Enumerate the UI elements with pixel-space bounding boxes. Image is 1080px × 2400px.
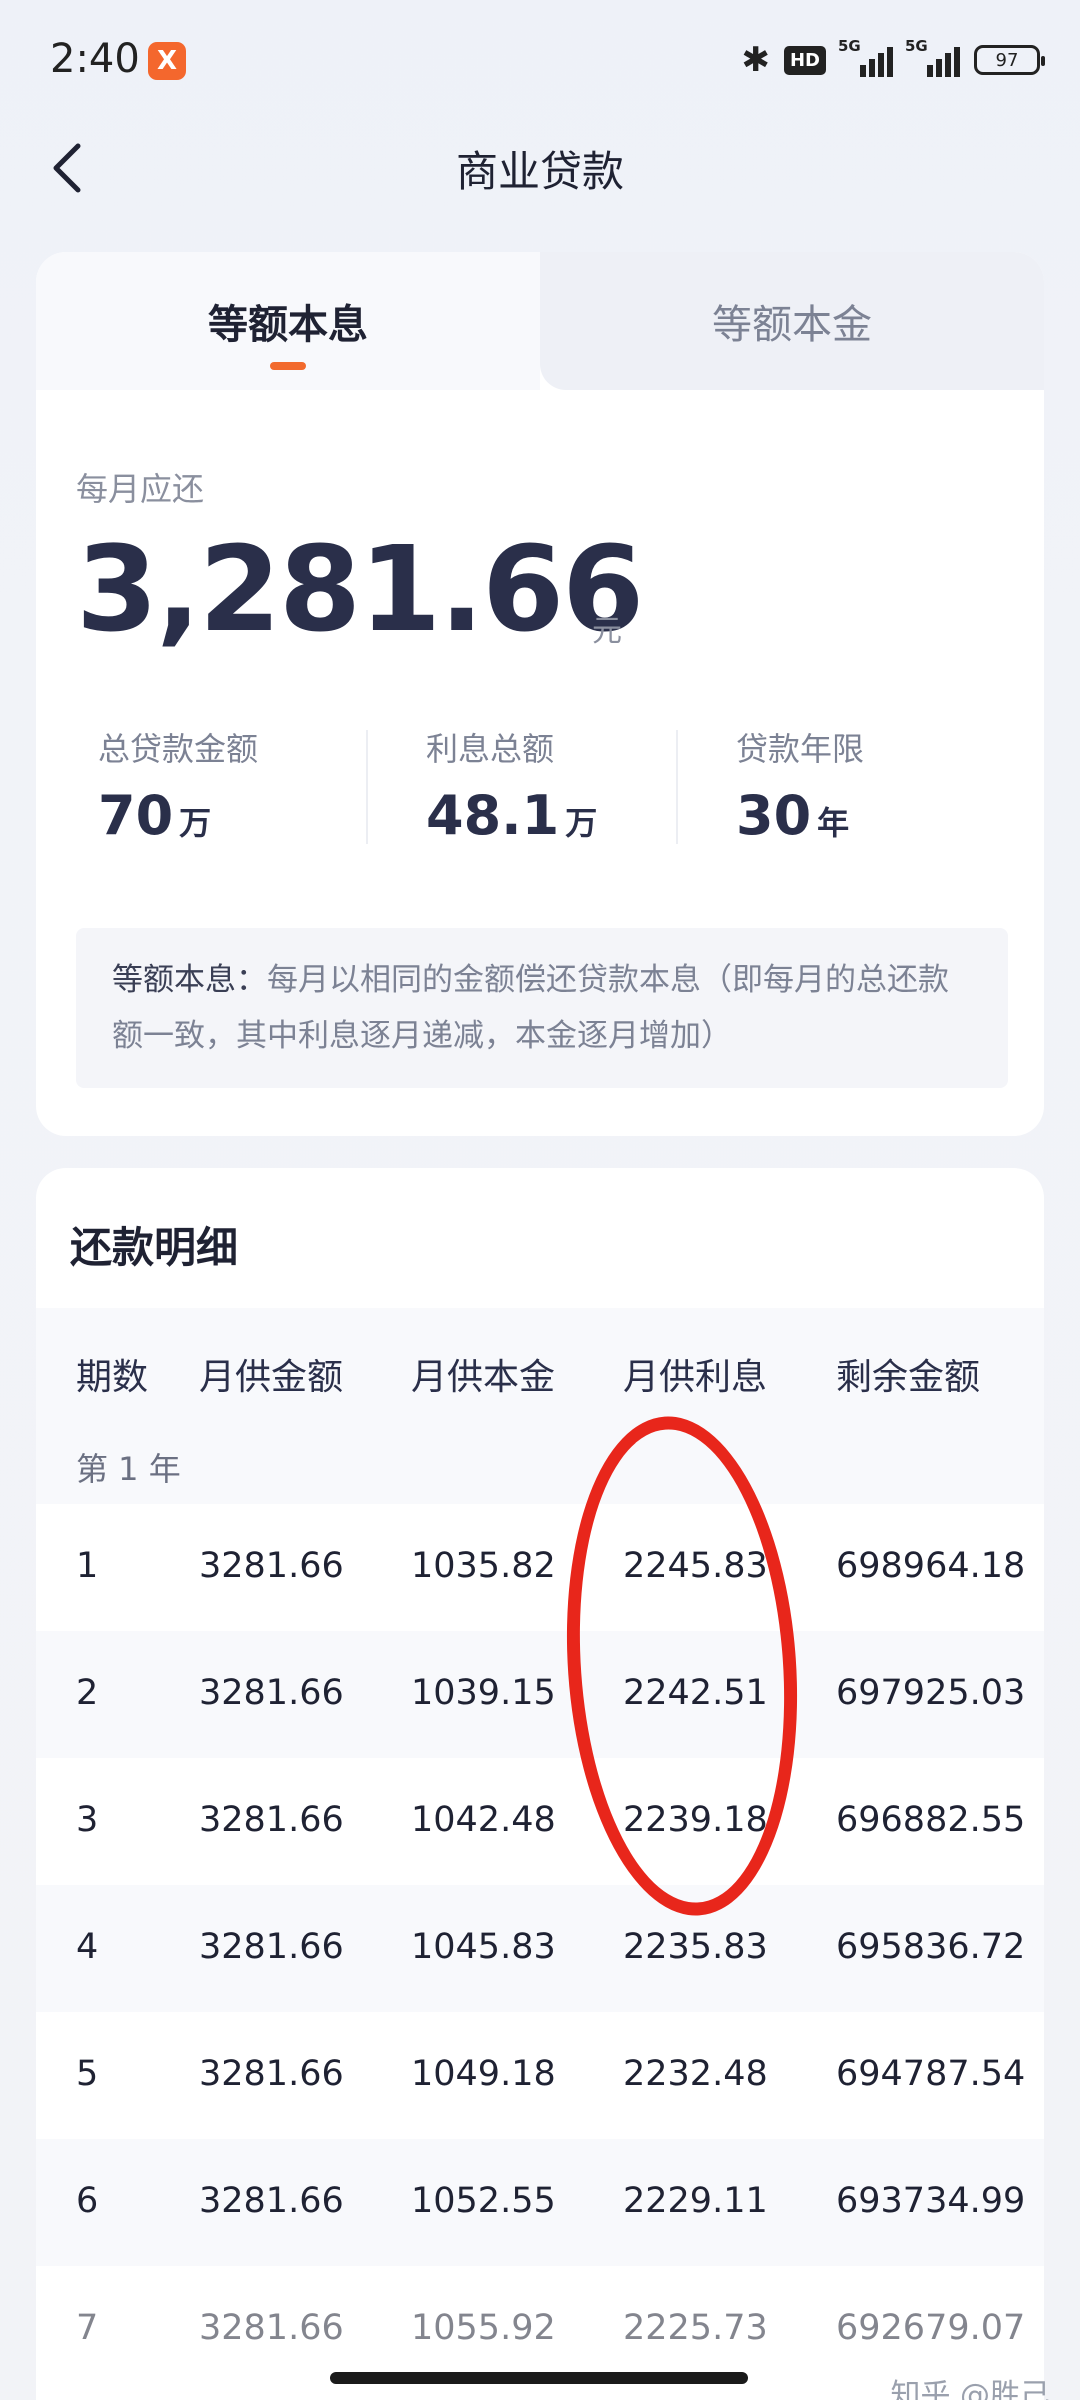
detail-title: 还款明细 (70, 1223, 239, 1272)
description-key: 等额本息： (112, 962, 267, 998)
table-header: 期数 月供金额 月供本金 月供利息 剩余金额 (36, 1308, 1044, 1434)
year-label: 第 1 年 (76, 1450, 181, 1488)
monthly-payment-label: 每月应还 (76, 470, 205, 508)
cell-payment: 3281.66 (199, 2308, 344, 2348)
cell-remaining: 695836.72 (836, 1927, 1026, 1967)
stat-label: 总贷款金额 (98, 730, 259, 768)
table-row: 2 3281.66 1039.15 2242.51 697925.03 (36, 1631, 1044, 1758)
cell-remaining: 692679.07 (836, 2308, 1026, 2348)
stat-loan-term: 贷款年限 30 年 (736, 724, 864, 847)
tab-bar: 等额本息 等额本金 (36, 252, 1044, 390)
stat-number: 70 (98, 784, 174, 847)
battery-level: 97 (995, 49, 1019, 71)
repayment-detail-card: 还款明细 期数 月供金额 月供本金 月供利息 剩余金额 第 1 年 1 3281… (36, 1168, 1044, 2400)
stat-label: 贷款年限 (736, 730, 865, 768)
tab-equal-principal[interactable]: 等额本金 (540, 252, 1044, 390)
cell-interest: 2242.51 (623, 1673, 768, 1713)
cell-interest: 2229.11 (623, 2181, 768, 2221)
tab-label: 等额本息 (208, 302, 368, 348)
cell-interest: 2239.18 (623, 1800, 768, 1840)
cell-principal: 1035.82 (411, 1546, 556, 1586)
cell-payment: 3281.66 (199, 1800, 344, 1840)
cell-remaining: 693734.99 (836, 2181, 1026, 2221)
status-time: 2:40 (50, 36, 140, 82)
stat-value: 48.1 万 (426, 784, 597, 847)
stat-divider (676, 730, 678, 844)
cell-remaining: 694787.54 (836, 2054, 1026, 2094)
loan-stats: 总贷款金额 70 万 利息总额 48.1 万 贷款年限 30 年 (36, 724, 1044, 854)
battery-icon: 97 (974, 45, 1045, 75)
stat-value: 70 万 (98, 784, 258, 847)
watermark: 知乎 @胜己 (890, 2378, 1050, 2400)
cell-principal: 1055.92 (411, 2308, 556, 2348)
stat-total-interest: 利息总额 48.1 万 (426, 724, 597, 847)
cell-payment: 3281.66 (199, 2054, 344, 2094)
cell-period: 6 (76, 2181, 99, 2221)
app-notification-icon: X (148, 42, 186, 80)
stat-unit: 万 (565, 804, 598, 842)
cell-principal: 1039.15 (411, 1673, 556, 1713)
status-bar: 2:40 X ✱ HD 5G 5G 97 (0, 0, 1080, 120)
method-description: 等额本息：每月以相同的金额偿还贷款本息（即每月的总还款额一致，其中利息逐月递减，… (76, 928, 1008, 1088)
stat-number: 30 (736, 784, 812, 847)
header: 商业贷款 (0, 120, 1080, 220)
repayment-table[interactable]: 期数 月供金额 月供本金 月供利息 剩余金额 第 1 年 1 3281.66 1… (36, 1308, 1044, 2393)
table-row: 6 3281.66 1052.55 2229.11 693734.99 (36, 2139, 1044, 2266)
cell-period: 4 (76, 1927, 99, 1967)
monthly-payment-unit: 元 (592, 614, 622, 649)
cell-payment: 3281.66 (199, 1927, 344, 1967)
cell-payment: 3281.66 (199, 1546, 344, 1586)
hd-voice-icon: HD (783, 45, 826, 75)
signal-5g-icon: 5G (838, 37, 893, 77)
cell-principal: 1045.83 (411, 1927, 556, 1967)
status-icons: ✱ HD 5G 5G 97 (741, 37, 1045, 80)
cell-payment: 3281.66 (199, 2181, 344, 2221)
cell-remaining: 697925.03 (836, 1673, 1026, 1713)
stat-value: 30 年 (736, 784, 864, 847)
table-row: 1 3281.66 1035.82 2245.83 698964.18 (36, 1504, 1044, 1631)
cell-period: 3 (76, 1800, 99, 1840)
stat-unit: 万 (179, 804, 212, 842)
cell-remaining: 696882.55 (836, 1800, 1026, 1840)
cell-interest: 2225.73 (623, 2308, 768, 2348)
column-header-payment: 月供金额 (199, 1357, 344, 1398)
stat-unit: 年 (817, 804, 850, 842)
column-header-interest: 月供利息 (623, 1357, 768, 1398)
cell-principal: 1049.18 (411, 2054, 556, 2094)
cell-interest: 2232.48 (623, 2054, 768, 2094)
tab-active-indicator (270, 362, 306, 370)
summary-card: 等额本息 等额本金 每月应还 3,281.66 元 总贷款金额 70 万 利息总额… (36, 252, 1044, 1136)
cell-remaining: 698964.18 (836, 1546, 1026, 1586)
cell-interest: 2235.83 (623, 1927, 768, 1967)
signal-label-2: 5G (905, 37, 928, 55)
home-indicator[interactable] (330, 2372, 748, 2384)
table-row: 5 3281.66 1049.18 2232.48 694787.54 (36, 2012, 1044, 2139)
stat-label: 利息总额 (426, 730, 555, 768)
table-row: 3 3281.66 1042.48 2239.18 696882.55 (36, 1758, 1044, 1885)
tab-label: 等额本金 (712, 302, 872, 348)
column-header-principal: 月供本金 (411, 1357, 556, 1398)
tab-equal-installment[interactable]: 等额本息 (36, 252, 540, 390)
cell-period: 5 (76, 2054, 99, 2094)
monthly-payment-value: 3,281.66 (76, 520, 644, 658)
signal-label: 5G (838, 37, 861, 55)
cell-interest: 2245.83 (623, 1546, 768, 1586)
cell-payment: 3281.66 (199, 1673, 344, 1713)
cell-period: 7 (76, 2308, 99, 2348)
bluetooth-icon: ✱ (741, 40, 770, 80)
column-header-period: 期数 (76, 1357, 149, 1398)
table-row: 4 3281.66 1045.83 2235.83 695836.72 (36, 1885, 1044, 2012)
cell-principal: 1052.55 (411, 2181, 556, 2221)
cell-period: 1 (76, 1546, 99, 1586)
page-title: 商业贷款 (455, 147, 624, 196)
year-group-label: 第 1 年 (36, 1434, 1044, 1504)
cell-period: 2 (76, 1673, 99, 1713)
stat-divider (366, 730, 368, 844)
stat-number: 48.1 (426, 784, 560, 847)
cell-principal: 1042.48 (411, 1800, 556, 1840)
signal-5g-icon-2: 5G (905, 37, 960, 77)
stat-total-loan: 总贷款金额 70 万 (98, 724, 258, 847)
column-header-remaining: 剩余金额 (836, 1357, 981, 1398)
